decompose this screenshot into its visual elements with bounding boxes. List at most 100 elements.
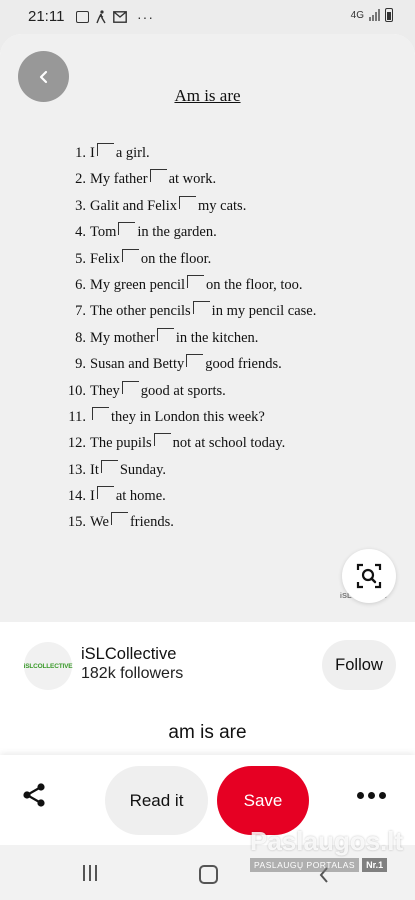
worksheet-item: 1. Ia girl. xyxy=(58,143,316,170)
item-number: 7. xyxy=(75,303,86,320)
network-type: 4G xyxy=(350,9,364,21)
system-icons: 4G xyxy=(351,8,393,22)
worksheet-item: 11. they in London this week? xyxy=(58,406,316,434)
item-number: 15. xyxy=(67,514,86,531)
more-options-button[interactable] xyxy=(350,785,392,805)
worksheet-image: Am is are 1. Ia girl. 2. My father at work. 3… xyxy=(0,34,415,622)
item-text-after: in my pencil case. xyxy=(211,303,317,320)
status-bar: 21:11 ··· 4G xyxy=(0,0,415,34)
mail-icon xyxy=(113,11,127,23)
promo-brand: Paslaugos.lt xyxy=(250,826,404,856)
back-button[interactable] xyxy=(18,51,69,102)
chevron-left-icon xyxy=(39,70,47,83)
item-text-after: Sunday. xyxy=(119,461,167,478)
item-text-after: a girl. xyxy=(115,145,150,161)
item-text-before: Tom xyxy=(90,224,117,241)
item-text-before: Felix xyxy=(90,250,120,267)
battery-icon xyxy=(385,8,393,22)
account-name[interactable]: iSLCollective xyxy=(81,645,176,664)
signal-icon xyxy=(369,9,380,21)
recent-apps-button[interactable] xyxy=(83,865,97,881)
item-text-after: friends. xyxy=(129,514,174,531)
item-text-after: at work. xyxy=(168,171,217,188)
more-dots-icon xyxy=(356,791,364,799)
worksheet-item: 7. The other pencils in my pencil case. xyxy=(58,301,317,328)
item-text-before: My green pencil xyxy=(90,276,186,293)
answer-box xyxy=(153,433,171,447)
more-dot xyxy=(378,791,386,799)
answer-box xyxy=(187,274,205,288)
answer-box xyxy=(92,406,109,420)
item-text-before: Galit and Felix xyxy=(90,197,177,214)
account-followers: 182k followers xyxy=(81,665,184,682)
item-text-before: My father xyxy=(90,171,148,188)
item-text-after: good friends. xyxy=(205,356,282,373)
promo-watermark: Paslaugos.lt PASLAUGŲ PORTALAS Nr.1 xyxy=(250,826,404,882)
item-text-before: It xyxy=(90,461,99,478)
item-text-before: They xyxy=(90,382,120,399)
avatar-logo-text: iSLCOLLECTIVE xyxy=(23,662,73,670)
visual-search-button[interactable] xyxy=(342,549,396,603)
answer-box xyxy=(96,143,114,156)
answer-box xyxy=(186,354,204,368)
item-number: 2. xyxy=(75,171,86,188)
answer-box xyxy=(100,459,118,473)
promo-tagline: PASLAUGŲ PORTALAS xyxy=(250,858,360,872)
item-text-before: My mother xyxy=(90,329,155,346)
item-text-before: I xyxy=(90,488,95,505)
item-number: 4. xyxy=(75,224,86,241)
walking-icon xyxy=(96,10,106,24)
pin-title: am is are xyxy=(168,722,247,743)
answer-box xyxy=(179,195,196,209)
worksheet-item: 15. We friends. xyxy=(58,512,316,539)
answer-box xyxy=(149,169,167,183)
answer-box xyxy=(121,380,139,394)
worksheet-item: 12. The pupils not at school today. xyxy=(58,433,316,460)
worksheet-list: 1. Ia girl. 2. My father at work. 3. Galit and… xyxy=(58,143,317,540)
worksheet-item: 4. Tom in the garden. xyxy=(58,222,316,249)
home-button[interactable] xyxy=(199,865,218,884)
follow-button[interactable]: Follow xyxy=(322,640,396,690)
item-text-after: in the garden. xyxy=(137,224,217,241)
item-number: 9. xyxy=(75,356,86,373)
item-number: 12. xyxy=(67,435,86,452)
gallery-icon xyxy=(76,11,89,23)
item-text-after: in the kitchen. xyxy=(175,329,259,346)
worksheet-item: 14. Iat home. xyxy=(58,486,316,513)
item-text-before: I xyxy=(90,145,95,161)
item-number: 5. xyxy=(75,250,86,267)
share-button[interactable] xyxy=(14,775,54,815)
share-icon xyxy=(23,783,45,807)
worksheet-item: 6. My green pencil on the floor, too. xyxy=(58,274,316,302)
answer-box xyxy=(96,486,114,500)
worksheet-item: 13. It Sunday. xyxy=(58,459,316,487)
item-text-before: Susan and Betty xyxy=(90,356,185,373)
answer-box xyxy=(121,248,139,262)
worksheet-item: 3. Galit and Felix my cats. xyxy=(58,195,316,223)
more-notifications-icon: ··· xyxy=(137,9,154,25)
item-number: 14. xyxy=(67,488,86,505)
more-dot xyxy=(367,791,375,799)
read-it-button[interactable]: Read it xyxy=(105,766,208,835)
item-text-before: The pupils xyxy=(90,435,152,452)
worksheet-item: 5. Felix on the floor. xyxy=(58,248,316,276)
avatar[interactable]: iSLCOLLECTIVE xyxy=(23,642,73,690)
item-number: 6. xyxy=(75,276,86,293)
item-number: 1. xyxy=(75,145,86,161)
item-text-before: The other pencils xyxy=(90,303,191,320)
answer-box xyxy=(156,327,174,341)
pin-image-area: Am is are 1. Ia girl. 2. My father at work. 3… xyxy=(0,34,415,622)
item-text-after: they in London this week? xyxy=(111,408,265,425)
item-text-after: at home. xyxy=(115,488,166,505)
item-text-after: not at school today. xyxy=(172,435,286,452)
item-number: 10. xyxy=(67,382,86,399)
answer-box xyxy=(110,512,128,526)
item-number: 8. xyxy=(75,329,86,346)
save-button[interactable]: Save xyxy=(217,766,309,835)
promo-badge: Nr.1 xyxy=(362,858,388,872)
item-number: 3. xyxy=(75,197,86,214)
notification-icons: ··· xyxy=(76,9,154,25)
answer-box xyxy=(192,301,210,315)
worksheet-item: 8. My mother in the kitchen. xyxy=(58,327,316,355)
worksheet-item: 9. Susan and Betty good friends. xyxy=(58,354,316,381)
